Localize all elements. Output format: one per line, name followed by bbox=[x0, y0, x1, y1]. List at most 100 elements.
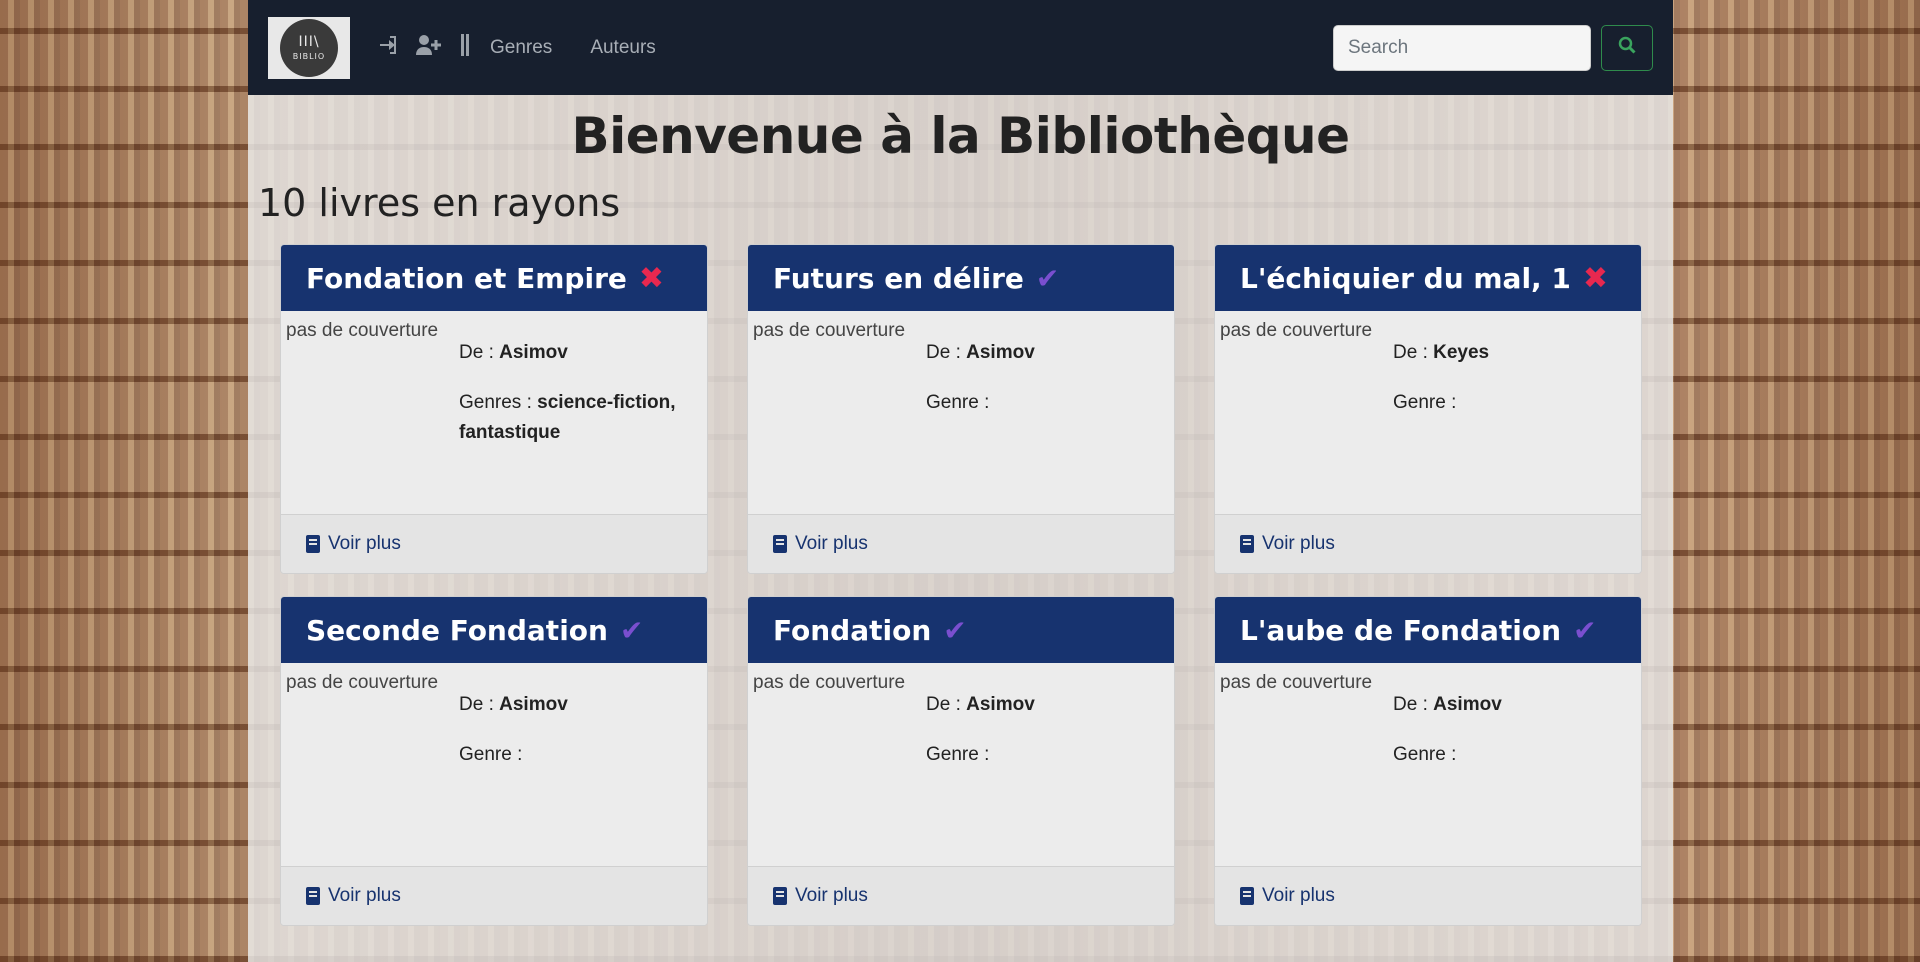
book-card-header: Seconde Fondation ✔ bbox=[281, 597, 707, 663]
genre-label: Genre : bbox=[926, 392, 990, 413]
author-line: De : Keyes bbox=[1393, 338, 1633, 368]
author-name: Asimov bbox=[499, 342, 568, 363]
book-card: Seconde Fondation ✔ pas de couverture De… bbox=[280, 596, 708, 926]
voir-plus-link[interactable]: Voir plus bbox=[748, 514, 1174, 573]
book-card-body: pas de couverture De : Keyes Genre : bbox=[1215, 311, 1641, 514]
book-card: Fondation ✔ pas de couverture De : Asimo… bbox=[747, 596, 1175, 926]
check-icon: ✔ bbox=[943, 613, 967, 647]
cover-placeholder: pas de couverture bbox=[286, 320, 439, 341]
voir-plus-label: Voir plus bbox=[795, 533, 868, 554]
logo-text: BIBLIO bbox=[292, 51, 326, 61]
genre-line: Genre : bbox=[926, 740, 1166, 770]
author-name: Asimov bbox=[1433, 694, 1502, 715]
author-name: Asimov bbox=[499, 694, 568, 715]
book-info: De : Asimov Genre : bbox=[923, 668, 1166, 866]
author-label: De : bbox=[459, 342, 500, 363]
cover-placeholder: pas de couverture bbox=[286, 672, 439, 693]
book-card: Futurs en délire ✔ pas de couverture De … bbox=[747, 244, 1175, 574]
page-container: III\ BIBLIO Genres Auteurs Search Bienve… bbox=[248, 0, 1673, 962]
book-card-body: pas de couverture De : Asimov Genre : bbox=[748, 663, 1174, 866]
book-info: De : Asimov Genre : bbox=[456, 668, 699, 866]
genre-label: Genre : bbox=[459, 744, 523, 765]
separator-icon bbox=[460, 33, 470, 62]
book-icon bbox=[306, 887, 320, 905]
genre-line: Genre : bbox=[926, 388, 1166, 418]
cross-icon: ✖ bbox=[638, 260, 665, 296]
book-icon bbox=[773, 535, 787, 553]
voir-plus-link[interactable]: Voir plus bbox=[281, 866, 707, 925]
book-title: L'aube de Fondation bbox=[1240, 613, 1562, 647]
genre-label: Genres : bbox=[459, 392, 538, 413]
book-card-header: Fondation et Empire ✖ bbox=[281, 245, 707, 311]
book-info: De : Keyes Genre : bbox=[1390, 316, 1633, 514]
book-info: De : Asimov Genre : bbox=[1390, 668, 1633, 866]
cover-placeholder: pas de couverture bbox=[1220, 672, 1373, 693]
book-card-header: Fondation ✔ bbox=[748, 597, 1174, 663]
book-card-body: pas de couverture De : Asimov Genres : s… bbox=[281, 311, 707, 514]
nav-link-genres[interactable]: Genres bbox=[490, 37, 552, 59]
book-card-body: pas de couverture De : Asimov Genre : bbox=[1215, 663, 1641, 866]
cross-icon: ✖ bbox=[1582, 260, 1609, 296]
voir-plus-label: Voir plus bbox=[328, 885, 401, 906]
author-name: Keyes bbox=[1433, 342, 1490, 363]
book-card: L'échiquier du mal, 1 ✖ pas de couvertur… bbox=[1214, 244, 1642, 574]
author-line: De : Asimov bbox=[459, 338, 699, 368]
logo-badge: III\ BIBLIO bbox=[280, 18, 338, 77]
book-card-header: L'aube de Fondation ✔ bbox=[1215, 597, 1641, 663]
author-label: De : bbox=[459, 694, 500, 715]
author-line: De : Asimov bbox=[926, 690, 1166, 720]
book-title: L'échiquier du mal, 1 bbox=[1240, 261, 1571, 295]
genre-label: Genre : bbox=[1393, 744, 1457, 765]
book-count: 10 livres en rayons bbox=[258, 181, 621, 225]
cover-placeholder: pas de couverture bbox=[753, 320, 906, 341]
author-line: De : Asimov bbox=[459, 690, 699, 720]
nav-link-auteurs[interactable]: Auteurs bbox=[590, 37, 655, 59]
book-icon bbox=[1240, 887, 1254, 905]
book-info: De : Asimov Genres : science-fiction, fa… bbox=[456, 316, 699, 514]
logo-mark: III\ bbox=[298, 33, 320, 50]
author-name: Asimov bbox=[966, 342, 1035, 363]
voir-plus-link[interactable]: Voir plus bbox=[1215, 514, 1641, 573]
page-title: Bienvenue à la Bibliothèque bbox=[571, 107, 1350, 165]
author-line: De : Asimov bbox=[1393, 690, 1633, 720]
author-label: De : bbox=[1393, 694, 1434, 715]
voir-plus-link[interactable]: Voir plus bbox=[1215, 866, 1641, 925]
search-input[interactable] bbox=[1333, 24, 1591, 71]
book-card-header: Futurs en délire ✔ bbox=[748, 245, 1174, 311]
voir-plus-label: Voir plus bbox=[795, 885, 868, 906]
genre-line: Genre : bbox=[1393, 388, 1633, 418]
logo[interactable]: III\ BIBLIO bbox=[268, 16, 350, 79]
cover-placeholder: pas de couverture bbox=[1220, 320, 1373, 341]
search-icon bbox=[1618, 36, 1636, 60]
voir-plus-link[interactable]: Voir plus bbox=[748, 866, 1174, 925]
author-name: Asimov bbox=[966, 694, 1035, 715]
genre-line: Genre : bbox=[1393, 740, 1633, 770]
voir-plus-label: Voir plus bbox=[1262, 885, 1335, 906]
cover-placeholder: pas de couverture bbox=[753, 672, 906, 693]
search-button[interactable] bbox=[1601, 24, 1653, 71]
check-icon: ✔ bbox=[1573, 613, 1597, 647]
book-grid: Fondation et Empire ✖ pas de couverture … bbox=[280, 244, 1642, 926]
sign-in-icon[interactable] bbox=[378, 35, 398, 61]
author-label: De : bbox=[926, 342, 967, 363]
book-card: L'aube de Fondation ✔ pas de couverture … bbox=[1214, 596, 1642, 926]
book-title: Seconde Fondation bbox=[306, 613, 608, 647]
genre-label: Genre : bbox=[1393, 392, 1457, 413]
user-plus-icon[interactable] bbox=[416, 34, 442, 61]
book-card-body: pas de couverture De : Asimov Genre : bbox=[748, 311, 1174, 514]
book-card-header: L'échiquier du mal, 1 ✖ bbox=[1215, 245, 1641, 311]
nav-menu: Genres Auteurs bbox=[378, 33, 656, 62]
voir-plus-label: Voir plus bbox=[328, 533, 401, 554]
book-icon bbox=[773, 887, 787, 905]
voir-plus-link[interactable]: Voir plus bbox=[281, 514, 707, 573]
voir-plus-label: Voir plus bbox=[1262, 533, 1335, 554]
check-icon: ✔ bbox=[619, 613, 644, 647]
genre-label: Genre : bbox=[926, 744, 990, 765]
book-card-body: pas de couverture De : Asimov Genre : bbox=[281, 663, 707, 866]
book-icon bbox=[1240, 535, 1254, 553]
author-line: De : Asimov bbox=[926, 338, 1166, 368]
book-title: Fondation bbox=[773, 613, 932, 647]
author-label: De : bbox=[926, 694, 967, 715]
book-title: Fondation et Empire bbox=[306, 261, 627, 295]
book-card: Fondation et Empire ✖ pas de couverture … bbox=[280, 244, 708, 574]
